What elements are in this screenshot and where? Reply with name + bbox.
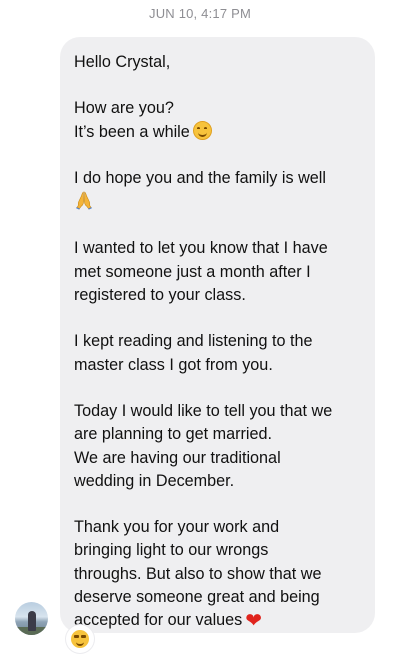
red-heart-icon: ❤ <box>245 610 263 633</box>
message-paragraph-5: I kept reading and listening to the mast… <box>74 332 313 374</box>
message-line: I do hope you and the family is well <box>74 168 326 187</box>
message-paragraph-3: I do hope you and the family is well <box>74 167 361 215</box>
message-bubble[interactable]: Hello Crystal, How are you? It’s been a … <box>60 37 375 633</box>
sender-avatar[interactable] <box>15 602 48 635</box>
folded-hands-icon <box>74 190 94 210</box>
smiling-face-with-sunglasses-icon <box>71 630 89 648</box>
message-line: It’s been a while <box>74 122 190 141</box>
message-paragraph-7: Thank you for your work and bringing lig… <box>74 516 361 632</box>
message-line: How are you? <box>74 99 174 118</box>
message-paragraph-4: I wanted to let you know that I have met… <box>74 239 328 305</box>
message-reaction[interactable] <box>66 625 94 653</box>
message-greeting: Hello Crystal, <box>74 53 171 71</box>
smiling-face-icon <box>192 120 212 140</box>
message-timestamp: JUN 10, 4:17 PM <box>149 6 251 21</box>
message-paragraph-2: How are you? It’s been a while <box>74 97 361 144</box>
message-paragraph-6: Today I would like to tell you that we a… <box>74 401 333 490</box>
message-closing-text: Thank you for your work and bringing lig… <box>74 518 322 630</box>
